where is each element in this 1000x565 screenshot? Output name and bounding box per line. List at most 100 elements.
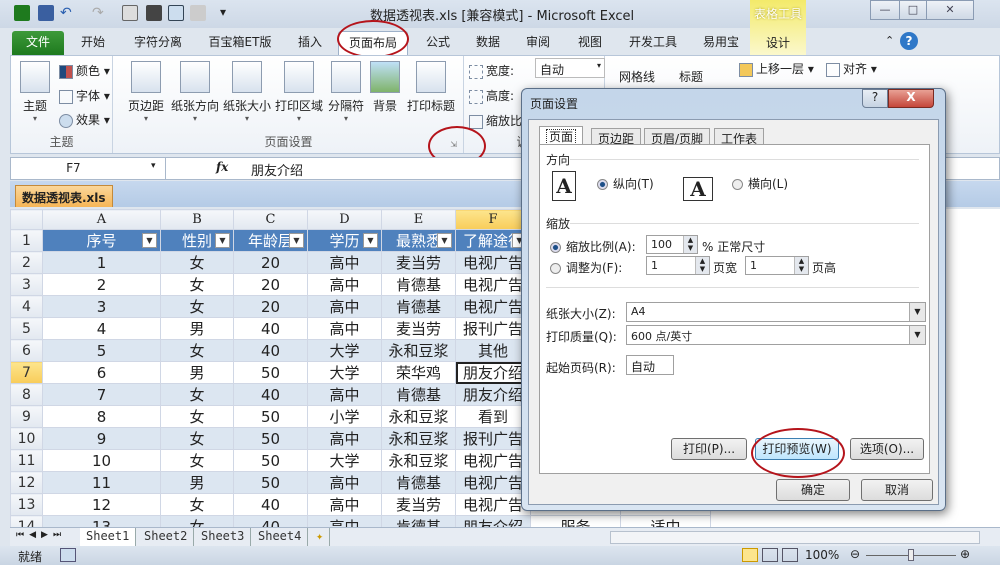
cell[interactable]: 40 [233,339,308,362]
cell[interactable]: 高中 [307,383,382,406]
cell[interactable]: 朋友介绍 [455,383,531,406]
cell[interactable]: 高中 [307,251,382,274]
tab-char-split[interactable]: 字符分离 [128,31,188,55]
cell[interactable]: 男 [160,317,234,340]
cell[interactable]: 20 [233,251,308,274]
filter-dropdown-icon[interactable]: ▼ [437,233,452,248]
row-header[interactable]: 3 [10,273,43,296]
cell[interactable]: 40 [233,515,308,527]
tab-formulas[interactable]: 公式 [418,31,458,55]
form-icon[interactable] [168,5,184,21]
size-button[interactable]: 纸张大小 ▾ [222,61,272,123]
cell[interactable]: 适中 [620,515,711,527]
tab-review[interactable]: 审阅 [518,31,558,55]
cell[interactable]: 高中 [307,295,382,318]
column-header-e[interactable]: E [381,209,456,230]
first-page-input[interactable]: 自动 [626,355,674,375]
cell[interactable]: 女 [160,251,234,274]
row-header[interactable]: 8 [10,383,43,406]
cell[interactable]: 50 [233,405,308,428]
landscape-radio[interactable]: 横向(L) [732,175,788,192]
cell[interactable]: 电视广告 [455,449,531,472]
insert-sheet-icon[interactable]: ✦ [310,528,331,546]
sheet-tab-1[interactable]: Sheet1 [80,528,137,546]
name-box[interactable]: F7 [11,158,166,179]
fit-to-radio[interactable]: 调整为(F): [550,259,622,276]
customize-quick-access-icon[interactable]: ▾ [220,5,226,19]
breaks-button[interactable]: 分隔符 ▾ [326,61,366,123]
cell[interactable]: 高中 [307,471,382,494]
formula-input[interactable]: 朋友介绍 [251,160,303,179]
cell[interactable]: 40 [233,493,308,516]
header-cell[interactable]: 学历 ▼ [307,229,382,252]
cell[interactable]: 荣华鸡 [381,361,456,384]
cell[interactable]: 麦当劳 [381,493,456,516]
workbook-tab[interactable]: 数据透视表.xls [15,185,113,207]
cell[interactable]: 4 [42,317,161,340]
save-icon[interactable] [38,5,54,21]
tab-developer[interactable]: 开发工具 [622,31,684,55]
maximize-button[interactable]: □ [899,0,927,20]
cell[interactable]: 女 [160,515,234,527]
cell[interactable]: 10 [42,449,161,472]
filter-dropdown-icon[interactable]: ▼ [289,233,304,248]
tab-easy[interactable]: 易用宝 [696,31,746,55]
cell[interactable]: 11 [42,471,161,494]
undo-icon[interactable]: ↶ [60,5,76,21]
cell[interactable]: 高中 [307,427,382,450]
cell[interactable]: 女 [160,449,234,472]
effects-button[interactable]: 效果 ▾ [59,111,110,128]
column-header-d[interactable]: D [307,209,382,230]
cell[interactable]: 女 [160,295,234,318]
cell[interactable]: 女 [160,493,234,516]
cell[interactable]: 女 [160,427,234,450]
portrait-radio[interactable]: 纵向(T) [597,175,654,192]
cell[interactable]: 女 [160,339,234,362]
pages-wide-spinner[interactable]: 1 ▲ ▼ [646,256,710,275]
normal-view-icon[interactable] [742,548,758,562]
cell[interactable]: 5 [42,339,161,362]
row-header[interactable]: 5 [10,317,43,340]
select-all-corner[interactable] [10,209,43,230]
cell[interactable]: 永和豆浆 [381,449,456,472]
zoom-in-icon[interactable]: ⊕ [960,547,970,561]
row-header[interactable]: 9 [10,405,43,428]
row-header[interactable]: 14 [10,515,43,527]
cell[interactable]: 报刊广告 [455,317,531,340]
cell[interactable]: 40 [233,383,308,406]
macro-record-icon[interactable] [60,548,76,562]
horizontal-scrollbar[interactable] [610,531,980,544]
tab-page-layout[interactable]: 页面布局 [338,31,408,55]
cell[interactable]: 50 [233,427,308,450]
orientation-button[interactable]: 纸张方向 ▾ [170,61,220,123]
pages-tall-spinner[interactable]: 1 ▲ ▼ [745,256,809,275]
cell[interactable]: 20 [233,295,308,318]
row-header[interactable]: 7 [10,361,43,384]
cell[interactable]: 高中 [307,317,382,340]
cell[interactable]: 大学 [307,361,382,384]
cell[interactable]: 高中 [307,515,382,527]
cell[interactable]: 2 [42,273,161,296]
cell[interactable]: 男 [160,471,234,494]
bring-forward-button[interactable]: 上移一层 ▾ [739,60,814,77]
close-window-button[interactable]: ✕ [926,0,974,20]
ok-button[interactable]: 确定 [776,479,850,501]
options-button[interactable]: 选项(O)... [850,438,924,460]
cell[interactable]: 女 [160,273,234,296]
width-dropdown[interactable]: 自动 ▾ [535,58,605,78]
colors-button[interactable]: 颜色 ▾ [59,62,110,79]
cell[interactable]: 12 [42,493,161,516]
cell[interactable]: 13 [42,515,161,527]
cell[interactable]: 7 [42,383,161,406]
cell[interactable]: 永和豆浆 [381,405,456,428]
dropdown-arrow-icon[interactable]: ▼ [909,303,925,321]
tab-file[interactable]: 文件 [12,31,64,55]
row-header[interactable]: 13 [10,493,43,516]
cell[interactable]: 小学 [307,405,382,428]
themes-button[interactable]: 主题 ▾ [17,61,53,123]
cell[interactable]: 女 [160,383,234,406]
spinner-arrows-icon[interactable]: ▲ ▼ [683,236,697,253]
header-cell[interactable]: 年龄层 ▼ [233,229,308,252]
row-header[interactable]: 10 [10,427,43,450]
name-box-dropdown-icon[interactable]: ▾ [151,161,156,171]
